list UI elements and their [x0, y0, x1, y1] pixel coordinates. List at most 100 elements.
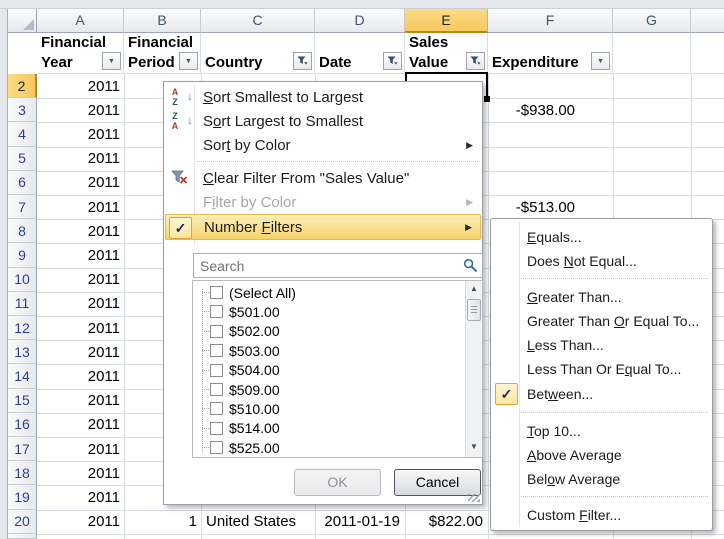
submenu-item-less-than[interactable]: Less Than...	[492, 333, 711, 357]
cell-F3[interactable]: -$938.00	[489, 98, 613, 122]
scroll-thumb[interactable]	[467, 299, 481, 321]
header-cell-G[interactable]	[613, 33, 691, 74]
cell-A18[interactable]: 2011	[38, 461, 124, 485]
row-header-11[interactable]: 11	[8, 292, 37, 316]
list-item-value[interactable]: $525.00	[195, 438, 460, 457]
cell-A5[interactable]: 2011	[38, 147, 124, 171]
column-header-D[interactable]: D	[315, 9, 405, 33]
column-header-B[interactable]: B	[124, 9, 201, 33]
value-checkbox[interactable]	[210, 402, 223, 415]
list-item-value[interactable]: $509.00	[195, 380, 460, 399]
value-checkbox[interactable]	[210, 422, 223, 435]
row-header-14[interactable]: 14	[8, 364, 37, 388]
submenu-item-less-than-or-equal-to[interactable]: Less Than Or Equal To...	[492, 357, 711, 381]
cell-A10[interactable]: 2011	[38, 268, 124, 292]
cancel-button[interactable]: Cancel	[394, 469, 481, 496]
cell-A6[interactable]: 2011	[38, 171, 124, 195]
dropdown-button-F[interactable]: ▼	[591, 52, 610, 70]
submenu-item-custom-filter[interactable]: Custom Filter...	[492, 503, 711, 527]
row-header-19[interactable]: 19	[8, 485, 37, 509]
row-header-16[interactable]: 16	[8, 413, 37, 437]
cell-A20[interactable]: 2011	[38, 510, 124, 534]
cell-A9[interactable]: 2011	[38, 243, 124, 267]
list-item-value[interactable]: $510.00	[195, 399, 460, 418]
submenu-item-greater-than-or-equal-to[interactable]: Greater Than Or Equal To...	[492, 309, 711, 333]
scroll-up-icon[interactable]: ▲	[466, 281, 482, 297]
list-item-value[interactable]: $514.00	[195, 419, 460, 438]
filter-button-E[interactable]	[466, 52, 485, 70]
dropdown-button-B[interactable]: ▼	[179, 52, 198, 70]
row-header-2[interactable]: 2	[8, 74, 37, 98]
column-header-F[interactable]: F	[488, 9, 613, 33]
search-input[interactable]	[194, 254, 482, 277]
cell-A11[interactable]: 2011	[38, 292, 124, 316]
cell-E20[interactable]: $822.00	[406, 510, 488, 534]
row-header-6[interactable]: 6	[8, 171, 37, 195]
row-header-17[interactable]: 17	[8, 437, 37, 461]
column-header-A[interactable]: A	[37, 9, 124, 33]
cell-A15[interactable]: 2011	[38, 389, 124, 413]
cell-F7[interactable]: -$513.00	[489, 195, 613, 219]
header-cell-D[interactable]: Date	[315, 33, 405, 74]
cell-B20[interactable]: 1	[125, 510, 201, 534]
header-cell-A[interactable]: FinancialYear▼	[37, 33, 124, 74]
cell-A17[interactable]: 2011	[38, 437, 124, 461]
value-checkbox[interactable]	[210, 286, 223, 299]
value-checkbox[interactable]	[210, 325, 223, 338]
menu-resize-grip[interactable]	[468, 494, 480, 502]
cell-A19[interactable]: 2011	[38, 485, 124, 509]
column-header-E[interactable]: E	[405, 9, 488, 33]
row-header-10[interactable]: 10	[8, 268, 37, 292]
row-header-8[interactable]: 8	[8, 219, 37, 243]
column-header-G[interactable]: G	[613, 9, 691, 33]
value-checkbox[interactable]	[210, 305, 223, 318]
row-header-9[interactable]: 9	[8, 243, 37, 267]
list-item-value[interactable]: $502.00	[195, 322, 460, 341]
row-header-20[interactable]: 20	[8, 510, 37, 534]
cell-A2[interactable]: 2011	[38, 74, 124, 98]
column-header-partial[interactable]	[691, 9, 724, 33]
cell-A3[interactable]: 2011	[38, 98, 124, 122]
cell-A16[interactable]: 2011	[38, 413, 124, 437]
submenu-item-equals[interactable]: Equals...	[492, 225, 711, 249]
row-header-3[interactable]: 3	[8, 98, 37, 122]
value-checkbox[interactable]	[210, 344, 223, 357]
cell-A7[interactable]: 2011	[38, 195, 124, 219]
header-cell-C[interactable]: Country	[201, 33, 315, 74]
cell-A8[interactable]: 2011	[38, 219, 124, 243]
cell-A12[interactable]: 2011	[38, 316, 124, 340]
menu-item-sort-largest-to-smallest[interactable]: Sort Largest to SmallestZA↓	[165, 109, 481, 133]
cell-A4[interactable]: 2011	[38, 122, 124, 146]
header-cell-partial[interactable]	[691, 33, 724, 74]
row-header-7[interactable]: 7	[8, 195, 37, 219]
submenu-item-top-10[interactable]: Top 10...	[492, 419, 711, 443]
row-header-12[interactable]: 12	[8, 316, 37, 340]
cell-D20[interactable]: 2011-01-19	[316, 510, 405, 534]
list-item-value[interactable]: $501.00	[195, 302, 460, 321]
menu-item-sort-by-color[interactable]: Sort by Color▶	[165, 133, 481, 157]
value-checkbox[interactable]	[210, 364, 223, 377]
list-item-value[interactable]: (Select All)	[195, 283, 460, 302]
menu-item-sort-smallest-to-largest[interactable]: Sort Smallest to LargestAZ↓	[165, 85, 481, 109]
scroll-down-icon[interactable]: ▼	[466, 439, 482, 455]
header-cell-E[interactable]: SalesValue	[405, 33, 488, 74]
column-header-C[interactable]: C	[201, 9, 315, 33]
list-item-value[interactable]: $503.00	[195, 341, 460, 360]
search-box[interactable]	[193, 253, 483, 278]
filter-button-D[interactable]	[383, 52, 402, 70]
submenu-item-below-average[interactable]: Below Average	[492, 467, 711, 491]
list-item-value[interactable]: $504.00	[195, 361, 460, 380]
cell-C20[interactable]: United States	[202, 510, 315, 534]
filter-button-C[interactable]	[293, 52, 312, 70]
submenu-item-above-average[interactable]: Above Average	[492, 443, 711, 467]
submenu-item-does-not-equal[interactable]: Does Not Equal...	[492, 249, 711, 273]
list-scrollbar[interactable]: ▲ ▼	[465, 281, 482, 457]
value-checkbox[interactable]	[210, 441, 223, 454]
submenu-item-between[interactable]: Between...✓	[492, 381, 711, 407]
row-header-13[interactable]: 13	[8, 340, 37, 364]
row-header-21[interactable]	[8, 534, 37, 539]
active-cell-fill-handle[interactable]	[484, 96, 490, 102]
cell-A13[interactable]: 2011	[38, 340, 124, 364]
dropdown-button-A[interactable]: ▼	[102, 52, 121, 70]
select-all-corner[interactable]	[8, 9, 37, 33]
